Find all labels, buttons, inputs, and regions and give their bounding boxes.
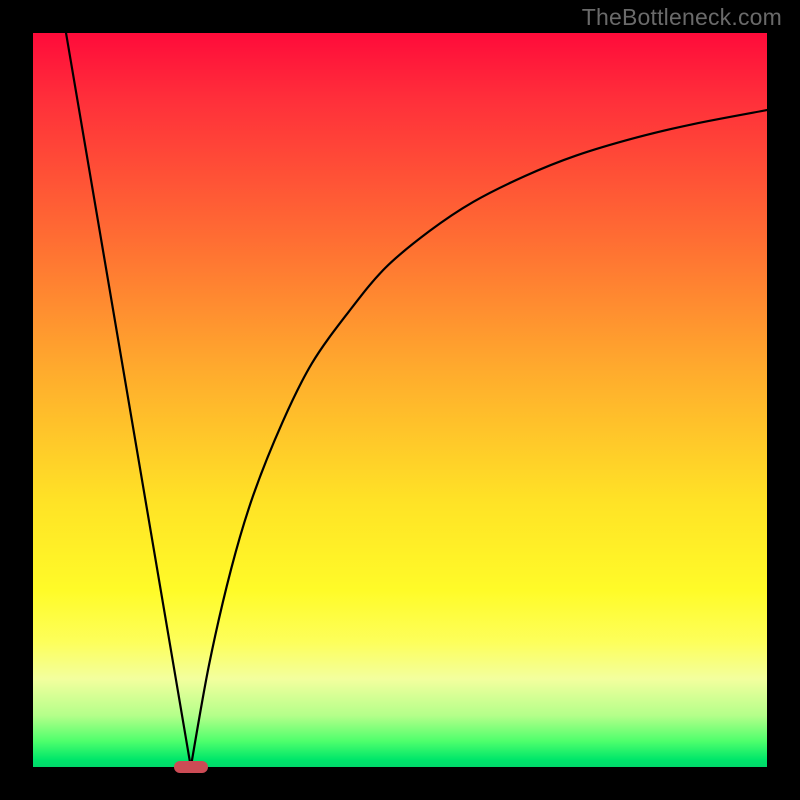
plot-area xyxy=(33,33,767,767)
curve-left-branch xyxy=(66,33,191,767)
curve-right-branch xyxy=(191,110,767,767)
watermark-text: TheBottleneck.com xyxy=(582,4,782,31)
chart-frame: TheBottleneck.com xyxy=(0,0,800,800)
curve-svg xyxy=(33,33,767,767)
minimum-marker xyxy=(174,761,208,773)
